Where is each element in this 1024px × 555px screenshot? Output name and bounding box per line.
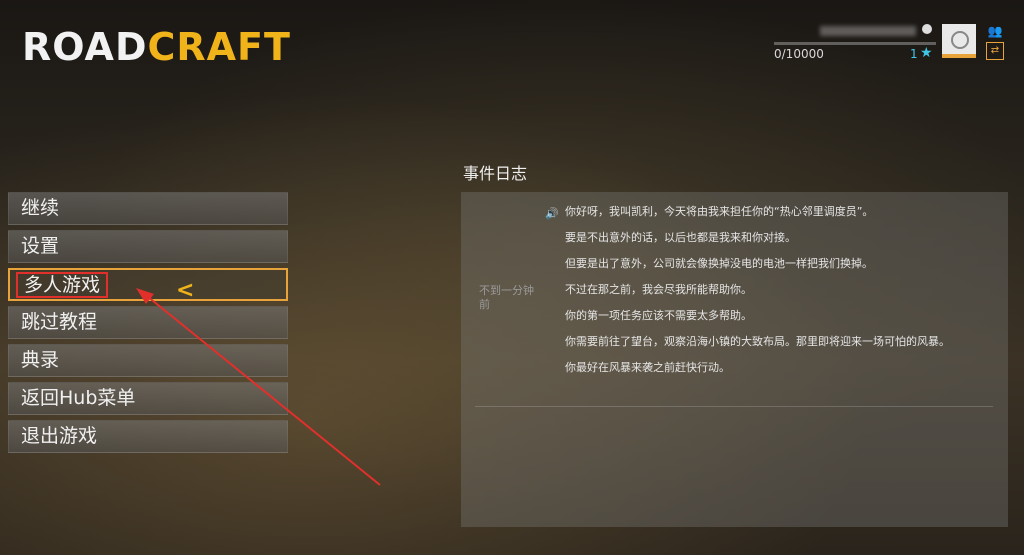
player-name-blurred xyxy=(820,26,916,36)
menu-item-skip-tutorial[interactable]: 跳过教程 xyxy=(8,306,288,339)
game-logo: ROADCRAFT xyxy=(22,28,291,66)
menu-item-quit[interactable]: 退出游戏 xyxy=(8,420,288,453)
friends-icon[interactable]: 👥 xyxy=(986,24,1004,38)
event-log-panel[interactable]: 不到一分钟前 🔊 你好呀，我叫凯利，今天将由我来担任你的“热心邻里调度员”。 要… xyxy=(461,192,1008,527)
log-line: 你需要前往了望台，观察沿海小镇的大致布局。那里即将迎来一场可怕的风暴。 xyxy=(565,335,950,348)
log-timestamp: 不到一分钟前 xyxy=(479,284,534,311)
log-line: 但要是出了意外，公司就会像换掉没电的电池一样把我们换掉。 xyxy=(565,257,873,270)
xp-text: 0/10000 xyxy=(774,47,824,61)
switch-icon[interactable]: ⇄ xyxy=(986,42,1004,60)
log-line: 你最好在风暴来袭之前赶快行动。 xyxy=(565,361,730,374)
log-line: 不过在那之前，我会尽我所能帮助你。 xyxy=(565,283,752,296)
speaker-icon[interactable]: 🔊 xyxy=(545,207,559,220)
logo-craft: CRAFT xyxy=(147,25,291,69)
main-menu: 继续 设置 多人游戏 跳过教程 典录 返回Hub菜单 退出游戏 xyxy=(8,192,288,458)
menu-item-multiplayer[interactable]: 多人游戏 xyxy=(8,268,288,301)
logo-road: ROAD xyxy=(22,25,148,69)
log-line: 要是不出意外的话，以后也都是我来和你对接。 xyxy=(565,231,796,244)
menu-item-label: 退出游戏 xyxy=(21,425,98,447)
event-log-title: 事件日志 xyxy=(463,164,528,183)
log-line: 你好呀，我叫凯利，今天将由我来担任你的“热心邻里调度员”。 xyxy=(565,205,874,218)
menu-item-label: 设置 xyxy=(21,235,60,257)
menu-item-continue[interactable]: 继续 xyxy=(8,192,288,225)
player-profile: 0/10000 1 ★ 👥 ⇄ xyxy=(774,22,1014,62)
menu-item-label: 典录 xyxy=(21,349,60,371)
cursor-chevron-icon: < xyxy=(176,278,195,303)
avatar[interactable] xyxy=(942,24,976,58)
xp-progress-bar xyxy=(774,42,936,45)
player-level: 1 xyxy=(910,47,918,61)
log-divider xyxy=(475,406,993,407)
log-line: 你的第一项任务应该不需要太多帮助。 xyxy=(565,309,752,322)
menu-item-settings[interactable]: 设置 xyxy=(8,230,288,263)
menu-item-label: 跳过教程 xyxy=(21,311,98,333)
star-icon: ★ xyxy=(920,45,933,61)
menu-item-label: 多人游戏 xyxy=(16,272,109,298)
steam-icon xyxy=(922,24,932,34)
menu-item-label: 继续 xyxy=(21,197,60,219)
menu-item-codex[interactable]: 典录 xyxy=(8,344,288,377)
menu-item-label: 返回Hub菜单 xyxy=(21,387,136,409)
menu-item-return-hub[interactable]: 返回Hub菜单 xyxy=(8,382,288,415)
log-message-list: 你好呀，我叫凯利，今天将由我来担任你的“热心邻里调度员”。 要是不出意外的话，以… xyxy=(565,204,985,386)
